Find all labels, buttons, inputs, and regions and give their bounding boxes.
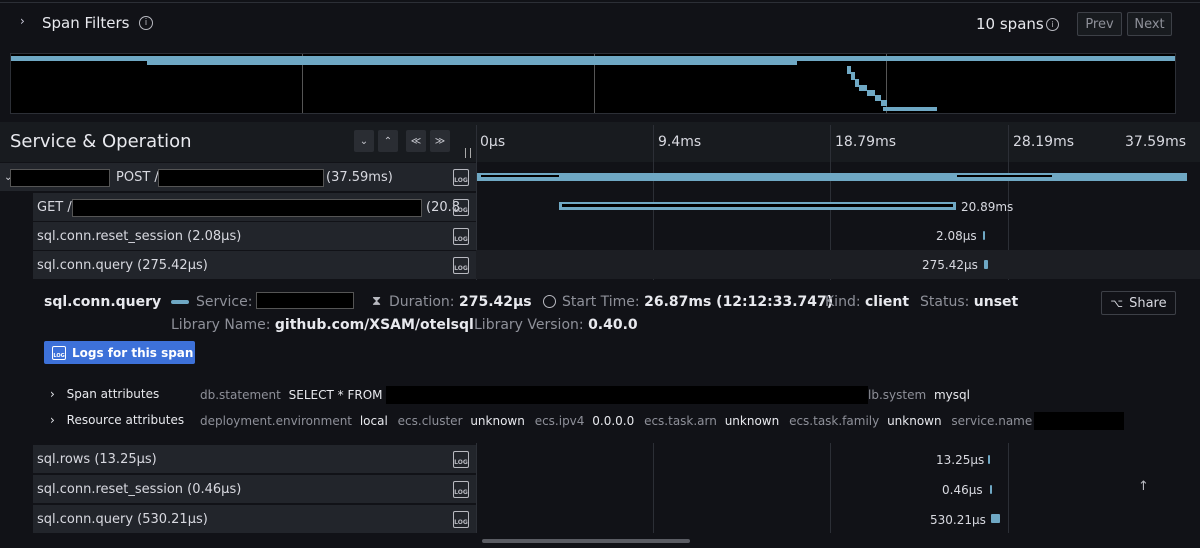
span-bar-reset-1[interactable] — [983, 231, 985, 240]
resource-attributes-values: deployment.environment local ecs.cluster… — [200, 414, 1033, 428]
tick-2: 18.79ms — [835, 134, 897, 150]
share-button[interactable]: ⌥ Share — [1101, 291, 1176, 315]
collapse-all-button[interactable]: ≪ — [406, 130, 426, 152]
tick-4: 37.59ms — [1125, 134, 1187, 150]
span-attributes-toggle[interactable]: › Span attributes — [50, 387, 159, 401]
redacted-path — [158, 169, 324, 187]
spans-count: 10 spans — [976, 15, 1044, 33]
redacted-service-name-attr — [1034, 412, 1124, 430]
span-filters-title[interactable]: Span Filters — [42, 14, 129, 32]
service-color-swatch — [171, 300, 189, 304]
log-icon: LOG — [52, 345, 66, 360]
span-post-label: POST / — [116, 170, 159, 185]
tick-3: 28.19ms — [1013, 134, 1075, 150]
service-operation-header: Service & Operation — [10, 131, 192, 152]
span-post-duration: (37.59ms) — [326, 170, 393, 185]
span-filters-toggle[interactable]: › — [20, 14, 25, 28]
trace-minimap[interactable] — [10, 53, 1176, 114]
next-button[interactable]: Next — [1127, 12, 1172, 36]
log-icon[interactable]: LOG — [453, 169, 469, 186]
span-reset-1-duration: 2.08µs — [936, 229, 977, 243]
info-icon[interactable]: i — [139, 16, 153, 30]
redacted-get-path — [72, 199, 422, 217]
span-bar-get[interactable] — [559, 202, 956, 210]
span-bar-reset-2[interactable] — [990, 485, 992, 494]
status-field: Status: unset — [920, 294, 1019, 310]
span-row-query-2[interactable]: sql.conn.query (530.21µs) — [33, 505, 476, 533]
redacted-service-name — [256, 292, 354, 309]
collapse-one-button[interactable]: ⌄ — [354, 130, 374, 152]
log-icon[interactable]: LOG — [453, 199, 469, 216]
span-rows-duration: 13.25µs — [936, 453, 985, 467]
span-attributes-values: db.statement SELECT * FROM — [200, 388, 383, 402]
span-query-1-duration: 275.42µs — [922, 258, 978, 272]
start-time-field: Start Time: 26.87ms (12:12:33.747) — [562, 294, 834, 310]
clock-icon — [543, 295, 556, 308]
expand-all-button[interactable]: ≫ — [430, 130, 450, 152]
span-get-label: GET / — [37, 199, 72, 215]
hourglass-icon: ⧗ — [372, 294, 382, 309]
span-bar-rows[interactable] — [988, 455, 990, 464]
top-divider — [0, 2, 1200, 3]
log-icon[interactable]: LOG — [453, 481, 469, 498]
span-row-reset-session-1[interactable]: sql.conn.reset_session (2.08µs) — [33, 222, 476, 250]
span-get-bar-duration: 20.89ms — [961, 200, 1014, 214]
redacted-statement — [386, 386, 868, 404]
chevron-right-icon: › — [50, 387, 55, 401]
span-row-rows[interactable]: sql.rows (13.25µs) — [33, 445, 476, 473]
resource-attributes-toggle[interactable]: › Resource attributes — [50, 413, 184, 427]
span-bar-query-2[interactable] — [991, 514, 1000, 523]
service-label: Service: — [196, 294, 253, 310]
log-icon[interactable]: LOG — [453, 228, 469, 245]
span-row-query-1[interactable]: sql.conn.query (275.42µs) — [33, 251, 476, 279]
tick-1: 9.4ms — [658, 134, 702, 150]
log-icon[interactable]: LOG — [453, 451, 469, 468]
chevron-right-icon: › — [20, 14, 25, 28]
span-query-2-duration: 530.21µs — [930, 513, 986, 527]
column-resize-handle[interactable] — [465, 148, 471, 158]
prev-button[interactable]: Prev — [1077, 12, 1122, 36]
span-reset-2-duration: 0.46µs — [942, 483, 983, 497]
duration-field: Duration: 275.42µs — [389, 294, 532, 310]
logs-for-span-button[interactable]: LOG Logs for this span — [44, 341, 195, 364]
db-system-field: lb.system mysql — [868, 388, 970, 402]
horizontal-scrollbar[interactable] — [482, 539, 690, 543]
spans-info-icon[interactable]: i — [1046, 18, 1059, 31]
share-label: Share — [1129, 295, 1167, 311]
library-version-field: Library Version: 0.40.0 — [474, 317, 638, 333]
scroll-to-top-icon[interactable]: ↑ — [1138, 479, 1149, 494]
chevron-right-icon: › — [50, 413, 55, 427]
tick-0: 0µs — [480, 134, 506, 150]
expand-one-button[interactable]: ⌃ — [378, 130, 398, 152]
log-icon[interactable]: LOG — [453, 257, 469, 274]
share-icon: ⌥ — [1110, 296, 1124, 310]
log-icon[interactable]: LOG — [453, 511, 469, 528]
span-row-reset-session-2[interactable]: sql.conn.reset_session (0.46µs) — [33, 475, 476, 503]
library-name-field: Library Name: github.com/XSAM/otelsql — [171, 317, 474, 333]
redacted-service — [10, 169, 110, 187]
kind-field: Kind: client — [825, 294, 910, 310]
logs-button-label: Logs for this span — [72, 345, 194, 360]
detail-title: sql.conn.query — [44, 294, 162, 310]
span-bar-post[interactable] — [477, 173, 1187, 181]
span-bar-query-1[interactable] — [984, 260, 988, 269]
